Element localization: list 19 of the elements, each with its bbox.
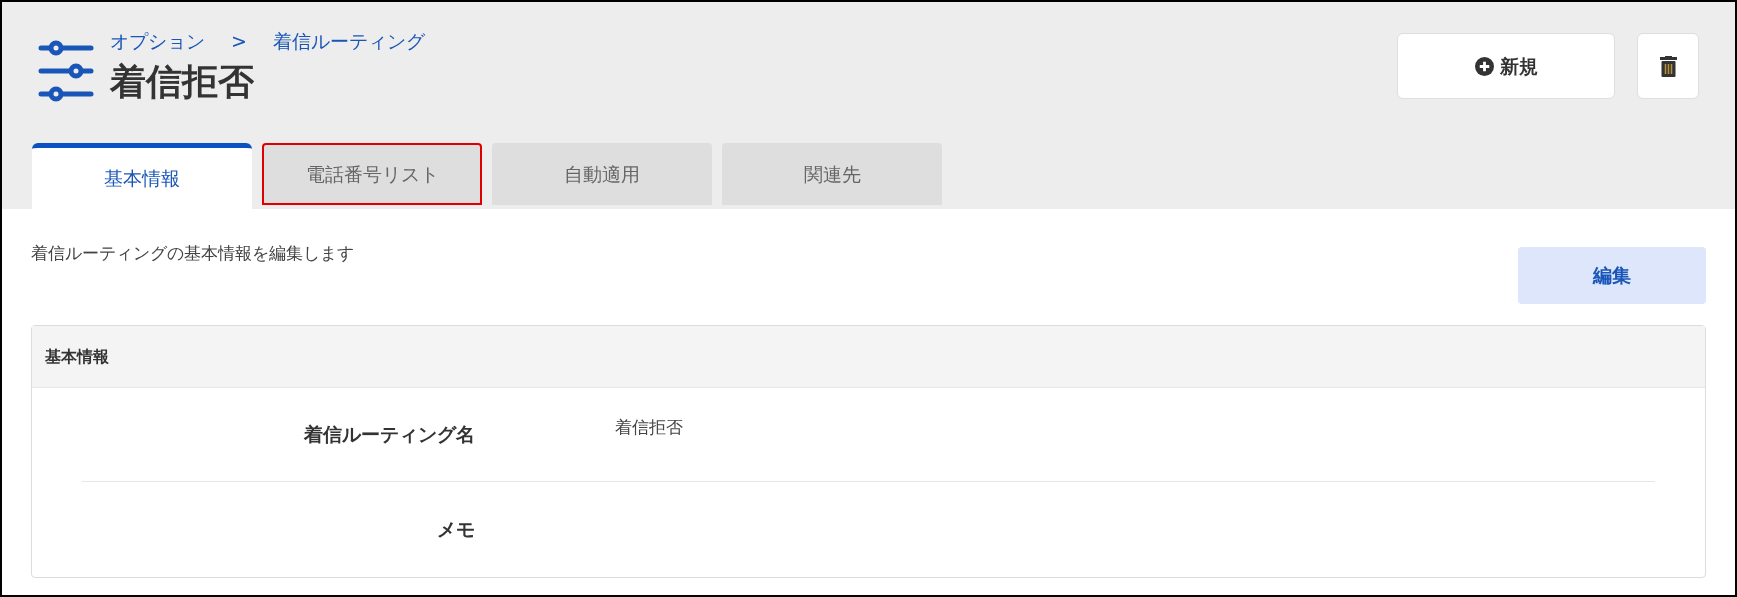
field-label: 着信ルーティング名 <box>303 422 475 448</box>
page-title: 着信拒否 <box>110 60 255 104</box>
tab[interactable]: 自動適用 <box>492 143 712 205</box>
panel-title: 基本情報 <box>45 345 109 368</box>
tab[interactable]: 電話番号リスト <box>262 143 482 205</box>
breadcrumb-link[interactable]: 着信ルーティング <box>272 28 425 54</box>
tab[interactable]: 関連先 <box>722 143 942 205</box>
breadcrumb-link[interactable]: オプション <box>110 28 205 54</box>
trash-icon <box>1659 55 1677 77</box>
breadcrumb-separator: > <box>231 29 247 54</box>
new-button[interactable]: 新規 <box>1397 33 1615 99</box>
sliders-icon <box>38 40 94 102</box>
plus-circle-icon <box>1474 56 1494 76</box>
field-value: 着信拒否 <box>615 415 683 439</box>
edit-button[interactable]: 編集 <box>1518 247 1706 304</box>
delete-button[interactable] <box>1637 33 1699 99</box>
field-label: メモ <box>436 516 475 542</box>
tab[interactable]: 基本情報 <box>32 143 252 209</box>
description-text: 着信ルーティングの基本情報を編集します <box>31 242 354 265</box>
